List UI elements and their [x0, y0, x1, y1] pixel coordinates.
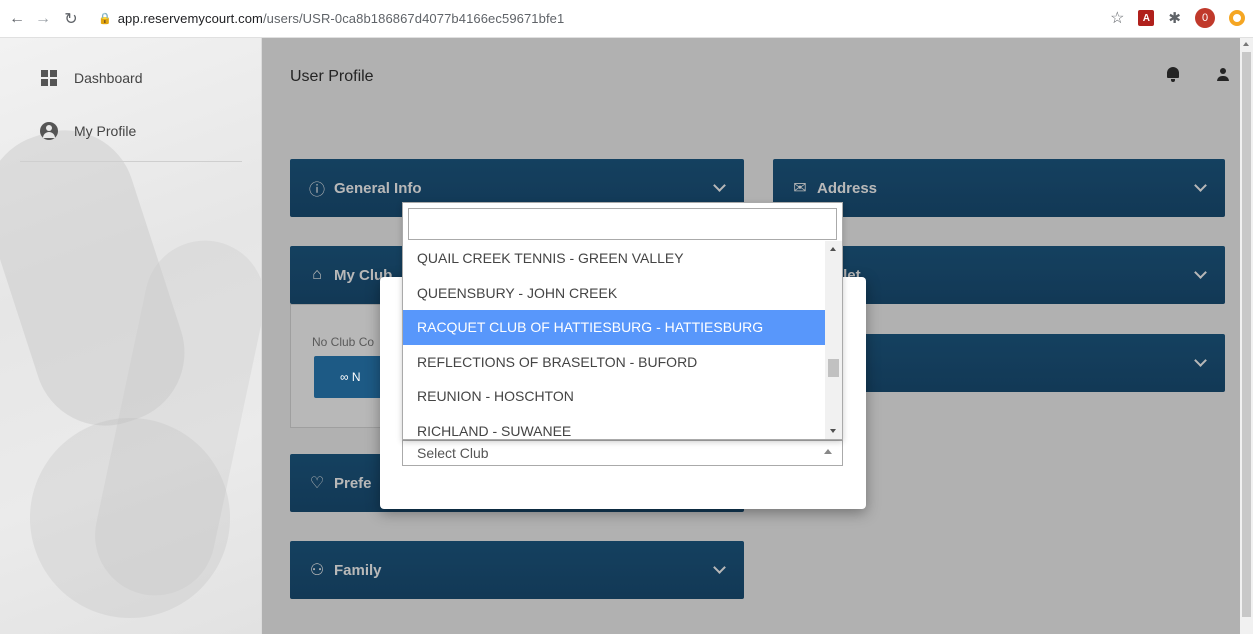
sidebar-item-label: My Profile [74, 123, 137, 139]
url-path: /users/USR-0ca8b186867d4077b4166ec59671b… [262, 11, 565, 26]
scrollbar-thumb[interactable] [828, 359, 839, 377]
club-select-dropdown: QUAIL CREEK TENNIS - GREEN VALLEY QUEENS… [402, 202, 843, 440]
dashboard-icon [36, 70, 62, 86]
extensions-puzzle-icon[interactable]: ✱ [1168, 9, 1181, 27]
pdf-extension-icon[interactable]: A [1138, 10, 1155, 26]
scroll-up-icon[interactable] [1243, 42, 1249, 46]
club-option[interactable]: QUEENSBURY - JOHN CREEK [403, 276, 826, 311]
caret-up-icon [824, 449, 832, 454]
link-icon: ∞ [340, 370, 352, 384]
profile-avatar[interactable]: 0 [1195, 8, 1215, 28]
club-option[interactable]: RICHLAND - SUWANEE [403, 414, 826, 440]
club-option[interactable]: REUNION - HOSCHTON [403, 379, 826, 414]
club-option-highlighted[interactable]: RACQUET CLUB OF HATTIESBURG - HATTIESBUR… [403, 310, 826, 345]
scroll-down-icon[interactable] [830, 429, 836, 433]
user-circle-icon [36, 122, 62, 140]
sidebar-item-dashboard[interactable]: Dashboard [0, 58, 244, 98]
forward-arrow-icon[interactable]: → [32, 8, 54, 30]
club-option[interactable]: QUAIL CREEK TENNIS - GREEN VALLEY [403, 241, 826, 276]
club-select-placeholder: Select Club [417, 445, 489, 461]
club-select[interactable]: Select Club [402, 440, 843, 466]
dropdown-scrollbar[interactable] [825, 241, 842, 439]
scroll-up-icon[interactable] [830, 247, 836, 251]
bookmark-star-icon[interactable]: ☆ [1110, 8, 1124, 28]
page-scrollbar[interactable] [1240, 38, 1253, 634]
address-bar[interactable]: app.reservemycourt.com/users/USR-0ca8b18… [118, 11, 565, 26]
new-club-button-label: N [351, 370, 361, 384]
browser-toolbar: ← → ↻ 🔒 app.reservemycourt.com/users/USR… [0, 0, 1253, 38]
scrollbar-thumb[interactable] [1242, 52, 1251, 617]
sidebar: Dashboard My Profile [0, 38, 262, 634]
sidebar-divider [20, 161, 242, 162]
reload-icon[interactable]: ↻ [60, 8, 82, 30]
sidebar-item-label: Dashboard [74, 70, 143, 86]
club-options-list: QUAIL CREEK TENNIS - GREEN VALLEY QUEENS… [403, 241, 826, 439]
url-host: app.reservemycourt.com [117, 11, 263, 26]
lock-icon: 🔒 [98, 13, 112, 25]
sidebar-item-my-profile[interactable]: My Profile [0, 111, 244, 151]
extension-ring-icon[interactable] [1229, 10, 1245, 26]
club-option[interactable]: REFLECTIONS OF BRASELTON - BUFORD [403, 345, 826, 380]
no-club-text: No Club Co [312, 335, 375, 349]
new-club-button[interactable]: ∞ N [314, 356, 384, 398]
back-arrow-icon[interactable]: ← [6, 8, 28, 30]
club-search-input[interactable] [408, 208, 837, 240]
sidebar-background-image [30, 418, 230, 618]
